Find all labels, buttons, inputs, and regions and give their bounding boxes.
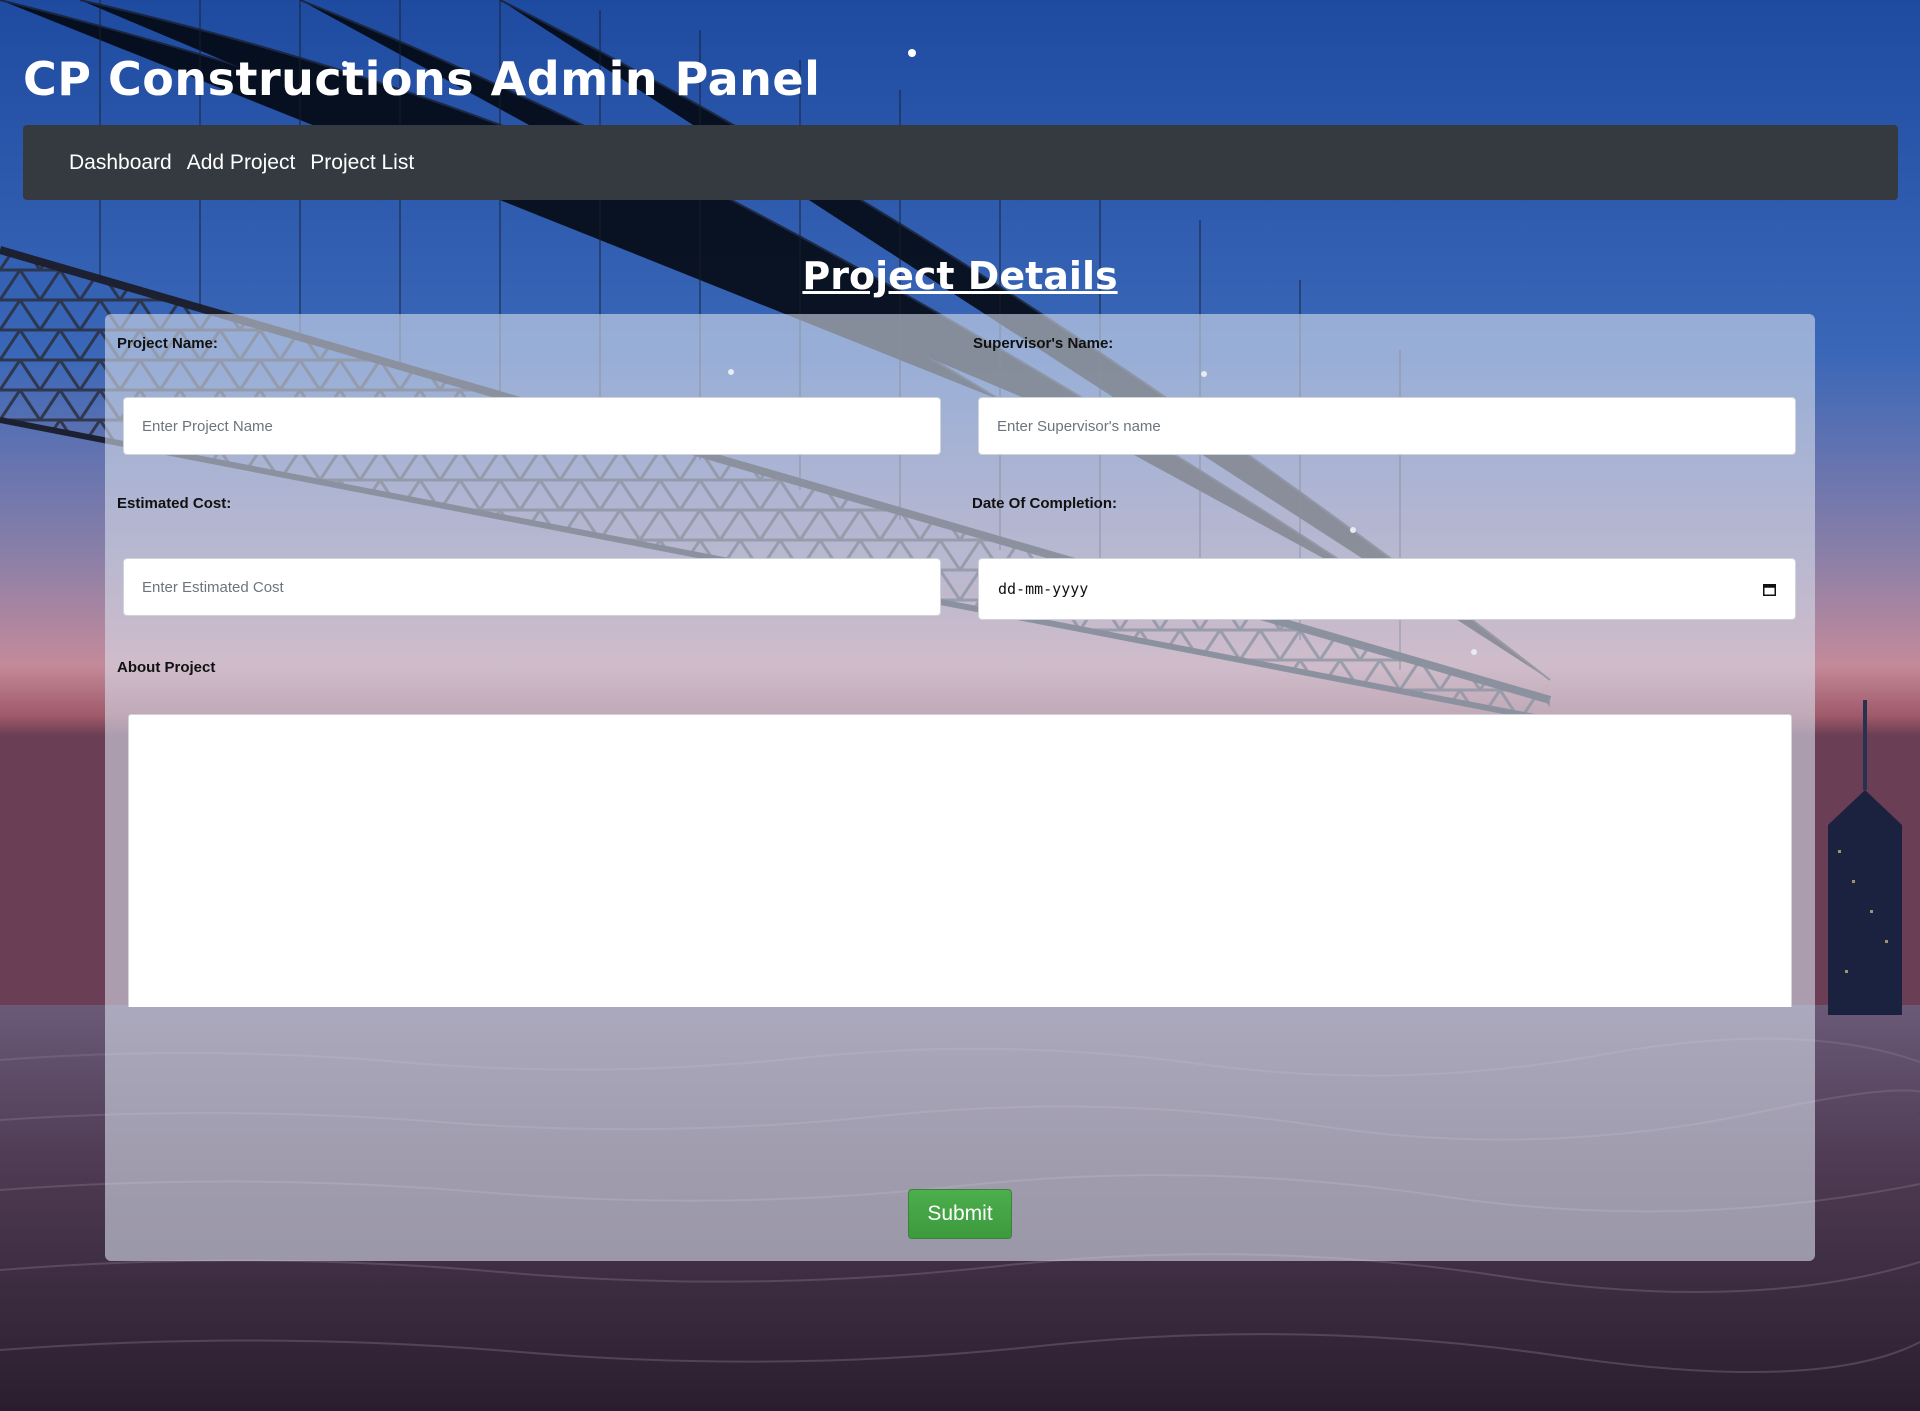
app-title: CP Constructions Admin Panel xyxy=(23,52,821,106)
submit-button[interactable]: Submit xyxy=(908,1189,1012,1239)
navbar: Dashboard Add Project Project List xyxy=(23,125,1898,200)
supervisor-name-label: Supervisor's Name: xyxy=(973,335,1114,352)
estimated-cost-label: Estimated Cost: xyxy=(117,495,232,512)
project-form: Project Name: Supervisor's Name: Estimat… xyxy=(105,314,1815,1261)
nav-link-add-project[interactable]: Add Project xyxy=(187,151,296,175)
project-name-label: Project Name: xyxy=(117,335,218,352)
nav-link-dashboard[interactable]: Dashboard xyxy=(69,151,172,175)
calendar-icon[interactable] xyxy=(1763,583,1776,596)
form-heading: Project Details xyxy=(802,254,1118,298)
completion-date-label: Date Of Completion: xyxy=(972,495,1117,512)
about-project-label: About Project xyxy=(117,659,216,676)
project-name-input[interactable] xyxy=(123,397,941,455)
about-project-textarea[interactable] xyxy=(128,714,1792,1007)
date-placeholder: dd-mm-yyyy xyxy=(998,580,1089,598)
completion-date-input[interactable]: dd-mm-yyyy xyxy=(978,558,1796,620)
nav-link-project-list[interactable]: Project List xyxy=(310,151,414,175)
supervisor-name-input[interactable] xyxy=(978,397,1796,455)
estimated-cost-input[interactable] xyxy=(123,558,941,616)
